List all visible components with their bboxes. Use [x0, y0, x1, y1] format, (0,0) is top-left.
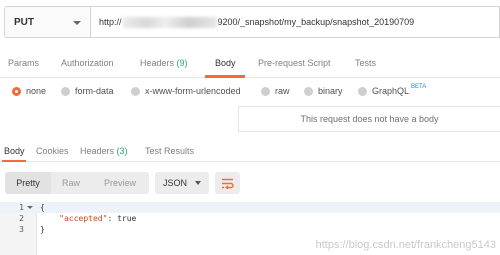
response-tab-cookies[interactable]: Cookies [36, 146, 69, 156]
view-raw-button[interactable]: Raw [51, 172, 91, 194]
radio-none[interactable]: none [12, 86, 46, 96]
radio-selected-icon [12, 86, 21, 96]
tab-headers[interactable]: Headers (9) [140, 58, 188, 68]
radio-icon [131, 86, 140, 96]
body-empty-area [0, 106, 238, 132]
radio-x-www-form-urlencoded[interactable]: x-www-form-urlencoded [131, 86, 241, 96]
chevron-down-icon [195, 181, 201, 185]
response-tabs: Body Cookies Headers (3) Test Results [0, 140, 500, 162]
body-type-options: none form-data x-www-form-urlencoded raw… [0, 82, 500, 102]
radio-binary[interactable]: binary [304, 86, 343, 96]
request-bar: PUT http:// 9200/_snapshot/my_backup/sna… [4, 6, 500, 38]
headers-count: (9) [176, 58, 188, 68]
radio-icon [304, 86, 313, 96]
radio-graphql[interactable]: GraphQL BETA [358, 84, 427, 96]
url-suffix: 9200/_snapshot/my_backup/snapshot_201907… [217, 17, 415, 27]
code-line: 3 } [19, 225, 45, 234]
radio-icon [358, 86, 367, 96]
active-tab-indicator [205, 75, 245, 78]
tab-pre-request-script[interactable]: Pre-request Script [258, 58, 331, 68]
format-select[interactable]: JSON [155, 172, 209, 194]
method-select[interactable]: PUT [4, 6, 91, 38]
radio-raw[interactable]: raw [261, 86, 290, 96]
method-label: PUT [14, 16, 34, 28]
request-tabs: Params Authorization Headers (9) Body Pr… [0, 48, 500, 78]
chevron-down-icon [73, 21, 81, 25]
tab-body[interactable]: Body [215, 58, 236, 68]
wrap-lines-button[interactable] [215, 172, 240, 194]
response-tab-headers[interactable]: Headers (3) [80, 146, 128, 156]
response-body-editor[interactable]: 1 { 2 "accepted": true 3 } https://blog.… [0, 202, 500, 255]
response-tab-body[interactable]: Body [4, 146, 25, 156]
no-body-message: This request does not have a body [238, 106, 500, 132]
tab-params[interactable]: Params [8, 58, 39, 68]
view-mode-group: Pretty Raw Preview [5, 172, 149, 194]
beta-badge: BETA [411, 84, 427, 90]
view-pretty-button[interactable]: Pretty [5, 172, 51, 194]
format-label: JSON [163, 178, 188, 188]
redacted-host [122, 16, 217, 28]
code-line: 1 { [0, 202, 500, 213]
tab-authorization[interactable]: Authorization [61, 58, 114, 68]
watermark: https://blog.csdn.net/frankcheng5143 [315, 239, 496, 251]
radio-form-data[interactable]: form-data [61, 86, 114, 96]
code-line: 2 "accepted": true [19, 214, 137, 223]
view-preview-button[interactable]: Preview [91, 172, 149, 194]
json-key: "accepted" [59, 214, 108, 223]
response-toolbar: Pretty Raw Preview JSON [5, 172, 240, 194]
radio-icon [61, 86, 70, 96]
radio-icon [261, 86, 270, 96]
url-prefix: http:// [99, 17, 122, 27]
response-tab-test-results[interactable]: Test Results [145, 146, 194, 156]
json-value: : true [107, 214, 137, 223]
wrap-lines-icon [222, 178, 234, 189]
response-headers-count: (3) [116, 146, 128, 156]
fold-arrow-icon[interactable] [27, 206, 33, 209]
url-input[interactable]: http:// 9200/_snapshot/my_backup/snapsho… [91, 6, 500, 38]
tab-tests[interactable]: Tests [355, 58, 376, 68]
active-response-tab-indicator [2, 160, 26, 162]
